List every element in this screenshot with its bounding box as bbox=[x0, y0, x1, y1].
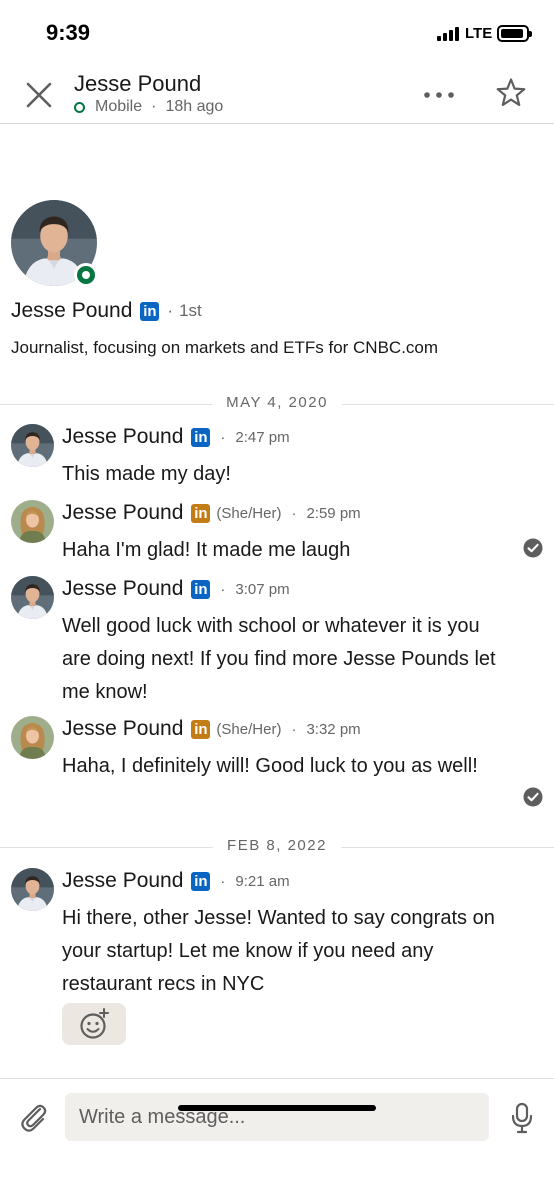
date-divider: MAY 4, 2020 bbox=[0, 394, 554, 414]
status-time: 9:39 bbox=[46, 20, 91, 45]
profile-name[interactable]: Jesse Pound bbox=[11, 299, 132, 323]
battery-icon bbox=[497, 25, 532, 42]
add-reaction-button[interactable] bbox=[62, 1003, 126, 1045]
message-time: 9:21 am bbox=[235, 872, 290, 890]
close-icon bbox=[26, 82, 52, 108]
message-header: Jesse Pound in · 9:21 am bbox=[62, 869, 290, 893]
sender-avatar[interactable] bbox=[11, 424, 54, 467]
status-bar: 9:39 LTE bbox=[0, 0, 554, 64]
linkedin-icon: in bbox=[191, 579, 211, 599]
profile-name-row: Jesse Pound in · 1st bbox=[11, 299, 202, 323]
seen-check-icon bbox=[523, 787, 543, 807]
sender-name[interactable]: Jesse Pound bbox=[62, 577, 183, 601]
conversation-header: Jesse Pound Mobile · 18h ago bbox=[0, 64, 554, 124]
network-type: LTE bbox=[465, 25, 493, 42]
separator: · bbox=[220, 872, 226, 890]
date-label: FEB 8, 2022 bbox=[213, 837, 341, 854]
message-text: Well good luck with school or whatever i… bbox=[62, 615, 496, 703]
linkedin-premium-icon: in bbox=[191, 503, 211, 523]
paperclip-icon bbox=[21, 1104, 47, 1132]
separator: · bbox=[220, 580, 226, 598]
message-text: Haha I'm glad! It made me laugh bbox=[62, 539, 351, 561]
sender-avatar[interactable] bbox=[11, 716, 54, 759]
star-icon bbox=[496, 78, 526, 106]
separator: · bbox=[220, 428, 226, 446]
message-header: Jesse Pound in · 3:07 pm bbox=[62, 577, 290, 601]
sender-avatar[interactable] bbox=[11, 868, 54, 911]
sender-name[interactable]: Jesse Pound bbox=[62, 425, 183, 449]
last-active-label: 18h ago bbox=[165, 98, 224, 115]
signal-icon bbox=[437, 27, 461, 41]
sender-name[interactable]: Jesse Pound bbox=[62, 717, 183, 741]
sender-name[interactable]: Jesse Pound bbox=[62, 869, 183, 893]
sender-pronouns: (She/Her) bbox=[216, 720, 282, 738]
message-time: 3:07 pm bbox=[235, 580, 290, 598]
voice-message-button[interactable] bbox=[510, 1101, 534, 1135]
seen-check-icon bbox=[523, 538, 543, 558]
online-status-badge bbox=[74, 263, 98, 287]
online-status-icon bbox=[74, 101, 85, 113]
message-time: 2:59 pm bbox=[306, 504, 361, 522]
header-presence: Mobile · 18h ago bbox=[74, 98, 223, 116]
sender-avatar[interactable] bbox=[11, 576, 54, 619]
message-header: Jesse Pound in (She/Her) · 2:59 pm bbox=[62, 501, 361, 525]
message-text: This made my day! bbox=[62, 463, 231, 485]
more-options-button[interactable] bbox=[420, 82, 458, 108]
connection-degree: 1st bbox=[179, 301, 202, 320]
header-contact-name[interactable]: Jesse Pound bbox=[74, 71, 201, 97]
close-button[interactable] bbox=[22, 78, 56, 112]
separator: · bbox=[151, 98, 157, 115]
star-button[interactable] bbox=[494, 76, 528, 110]
message-time: 3:32 pm bbox=[306, 720, 361, 738]
message-text: Hi there, other Jesse! Wanted to say con… bbox=[62, 907, 495, 995]
more-icon bbox=[424, 92, 454, 98]
message-time: 2:47 pm bbox=[235, 428, 290, 446]
linkedin-premium-icon: in bbox=[191, 719, 211, 739]
linkedin-icon: in bbox=[191, 871, 211, 891]
message-header: Jesse Pound in · 2:47 pm bbox=[62, 425, 290, 449]
separator: · bbox=[291, 720, 297, 738]
message-text: Haha, I definitely will! Good luck to yo… bbox=[62, 755, 478, 777]
device-label: Mobile bbox=[95, 98, 143, 115]
separator: · bbox=[167, 301, 174, 320]
message-input[interactable] bbox=[65, 1093, 489, 1141]
sender-pronouns: (She/Her) bbox=[216, 504, 282, 522]
linkedin-icon: in bbox=[140, 301, 160, 321]
linkedin-icon: in bbox=[191, 427, 211, 447]
attach-button[interactable] bbox=[18, 1099, 48, 1133]
date-label: MAY 4, 2020 bbox=[212, 394, 342, 411]
home-indicator[interactable] bbox=[178, 1105, 376, 1111]
sender-avatar[interactable] bbox=[11, 500, 54, 543]
message-header: Jesse Pound in (She/Her) · 3:32 pm bbox=[62, 717, 361, 741]
sender-name[interactable]: Jesse Pound bbox=[62, 501, 183, 525]
separator: · bbox=[291, 504, 297, 522]
date-divider: FEB 8, 2022 bbox=[0, 837, 554, 857]
microphone-icon bbox=[511, 1102, 533, 1134]
message-composer bbox=[0, 1078, 554, 1200]
add-reaction-icon bbox=[80, 1008, 109, 1039]
profile-headline: Journalist, focusing on markets and ETFs… bbox=[11, 338, 439, 357]
